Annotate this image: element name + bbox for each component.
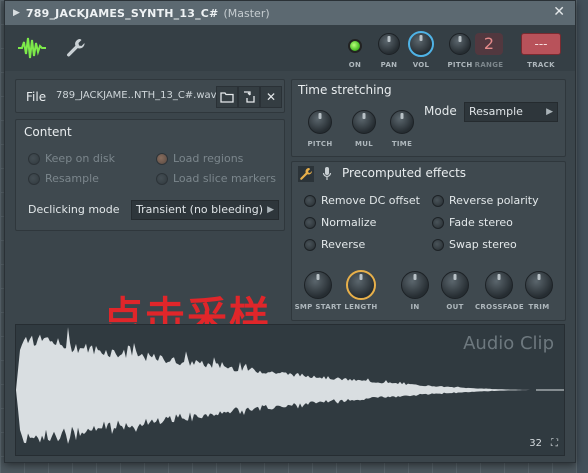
zoom-value: 32 xyxy=(529,438,542,449)
pan-label: PAN xyxy=(380,61,398,69)
declicking-mode-label: Declicking mode xyxy=(28,203,120,216)
title-bar[interactable]: ▶ 789_JACKJAMES_SYNTH_13_C# (Master) ✕ xyxy=(5,1,575,25)
file-name: 789_JACKJAME..NTH_13_C#.wav xyxy=(56,90,217,101)
precomputed-effects-panel: Precomputed effects Remove DC offset Rev… xyxy=(291,161,566,321)
stretch-mul-knob[interactable] xyxy=(352,110,376,134)
microphone-icon[interactable] xyxy=(322,166,332,182)
pitch-range-value[interactable]: 2 xyxy=(475,33,503,55)
channel-on-led[interactable] xyxy=(348,39,362,53)
window-title: 789_JACKJAMES_SYNTH_13_C# xyxy=(25,6,219,20)
content-panel: Content Keep on disk Load regions Resamp… xyxy=(15,119,285,231)
remove-dc-offset-option[interactable]: Remove DC offset xyxy=(304,194,420,207)
pitch-knob[interactable] xyxy=(449,33,471,55)
sample-start-knob[interactable] xyxy=(304,271,332,299)
mode-label: Mode xyxy=(424,104,457,118)
declicking-mode-value: Transient (no bleeding) xyxy=(136,203,264,216)
reverse-option[interactable]: Reverse xyxy=(304,238,365,251)
stretch-mul-label: MUL xyxy=(354,140,373,148)
volume-knob[interactable] xyxy=(408,31,434,57)
wrench-icon[interactable] xyxy=(298,166,314,182)
length-label: LENGTH xyxy=(344,303,378,311)
stretch-mode-value: Resample xyxy=(469,105,523,118)
stretch-time-knob[interactable] xyxy=(390,110,414,134)
length-knob[interactable] xyxy=(346,270,376,300)
waveform-display[interactable]: Audio Clip 32 ⛶ xyxy=(15,324,565,456)
channel-settings-window: ▶ 789_JACKJAMES_SYNTH_13_C# (Master) ✕ O… xyxy=(4,0,576,463)
out-label: OUT xyxy=(446,303,464,311)
wrench-icon[interactable] xyxy=(65,37,87,59)
swap-stereo-option[interactable]: Swap stereo xyxy=(432,238,517,251)
file-panel: File 789_JACKJAME..NTH_13_C#.wav ✕ xyxy=(15,79,285,113)
track-label: TRACK xyxy=(527,61,555,69)
open-file-button[interactable] xyxy=(216,86,238,108)
close-icon: ✕ xyxy=(265,90,277,104)
fade-stereo-option[interactable]: Fade stereo xyxy=(432,216,513,229)
pitch-label: PITCH xyxy=(447,61,473,69)
load-regions-option[interactable]: Load regions xyxy=(156,152,243,165)
file-label: File xyxy=(26,90,47,104)
folder-icon xyxy=(220,92,234,103)
zoom-icon[interactable]: ⛶ xyxy=(551,438,558,449)
precomputed-effects-title: Precomputed effects xyxy=(342,166,467,180)
menu-arrow-icon[interactable]: ▶ xyxy=(13,8,20,18)
toolbar: ON PAN VOL PITCH 2 RANGE --- TRACK xyxy=(5,25,575,71)
normalize-option[interactable]: Normalize xyxy=(304,216,376,229)
trim-label: TRIM xyxy=(528,303,550,311)
range-label: RANGE xyxy=(474,61,504,69)
crossfade-knob[interactable] xyxy=(485,271,513,299)
on-label: ON xyxy=(348,61,362,69)
dropdown-arrow-icon: ▶ xyxy=(267,205,274,215)
sample-start-label: SMP START xyxy=(294,303,342,311)
stretch-time-label: TIME xyxy=(391,140,413,148)
close-window-button[interactable]: ✕ xyxy=(553,4,565,20)
stretch-pitch-label: PITCH xyxy=(307,140,333,148)
sample-settings-icon[interactable] xyxy=(17,35,47,61)
time-stretching-title: Time stretching xyxy=(298,83,392,97)
window-subtitle: (Master) xyxy=(223,6,270,20)
load-slice-markers-option[interactable]: Load slice markers xyxy=(156,172,276,185)
trim-knob[interactable] xyxy=(525,271,553,299)
reload-file-button[interactable] xyxy=(238,86,260,108)
dropdown-arrow-icon: ▶ xyxy=(546,107,553,117)
reverse-polarity-option[interactable]: Reverse polarity xyxy=(432,194,539,207)
crossfade-label: CROSSFADE xyxy=(475,303,524,311)
declicking-mode-dropdown[interactable]: Transient (no bleeding) ▶ xyxy=(131,200,279,220)
stretch-pitch-knob[interactable] xyxy=(308,110,332,134)
out-knob[interactable] xyxy=(441,271,469,299)
content-title: Content xyxy=(24,125,72,139)
in-label: IN xyxy=(410,303,420,311)
background-scrollbar[interactable] xyxy=(577,0,588,473)
audio-clip-caption: Audio Clip xyxy=(463,333,554,354)
mixer-track-selector[interactable]: --- xyxy=(521,33,561,55)
vol-label: VOL xyxy=(412,61,430,69)
stretch-mode-dropdown[interactable]: Resample ▶ xyxy=(464,102,558,122)
waveform-shape xyxy=(16,327,536,444)
reload-icon xyxy=(244,91,255,103)
pan-knob[interactable] xyxy=(378,33,400,55)
remove-file-button[interactable]: ✕ xyxy=(260,86,282,108)
time-stretching-panel: Time stretching PITCH MUL TIME Mode Resa… xyxy=(291,79,566,157)
resample-option[interactable]: Resample xyxy=(28,172,99,185)
keep-on-disk-option[interactable]: Keep on disk xyxy=(28,152,115,165)
in-knob[interactable] xyxy=(401,271,429,299)
